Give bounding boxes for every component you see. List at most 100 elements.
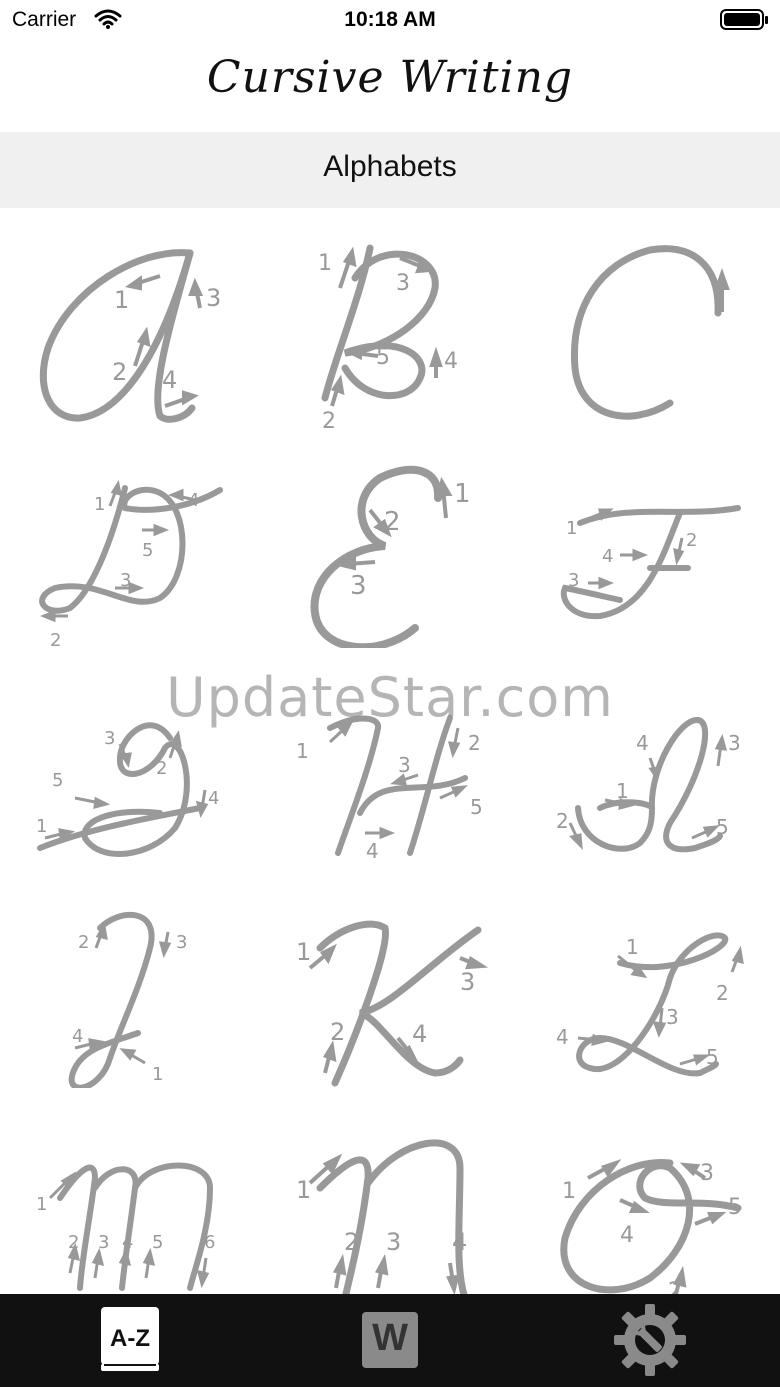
tab-az-label: A-Z <box>110 1325 150 1352</box>
step-label: 1 <box>562 1179 576 1204</box>
section-title: Alphabets <box>323 150 457 183</box>
step-label: 4 <box>162 366 177 394</box>
step-label: 6 <box>204 1232 215 1253</box>
step-label: 2 <box>384 507 401 537</box>
step-label: 4 <box>602 546 613 567</box>
step-label: 4 <box>452 1228 467 1256</box>
battery-icon <box>720 8 770 36</box>
step-label: 1 <box>296 739 309 763</box>
step-label: 4 <box>188 490 199 511</box>
letter-n-illustration: 1 2 3 4 <box>296 1139 468 1294</box>
step-label: 2 <box>78 932 89 953</box>
step-label: 1 <box>566 518 577 539</box>
status-time: 10:18 AM <box>344 8 436 31</box>
step-label: 3 <box>98 1232 109 1253</box>
step-label: 4 <box>366 839 379 863</box>
letter-cell-d[interactable]: 1 2 3 4 5 <box>0 428 260 648</box>
step-label: 1 <box>296 938 311 966</box>
letter-grid: 1 2 3 4 1 2 3 4 5 1 2 3 4 5 1 2 3 1 2 3 … <box>0 208 780 1294</box>
tab-alphabets[interactable]: A-Z <box>0 1294 260 1387</box>
step-label: 1 <box>454 479 471 509</box>
step-label: 3 <box>104 728 115 749</box>
letter-cell-c[interactable] <box>520 208 780 428</box>
letter-cell-a[interactable]: 1 2 3 4 <box>0 208 260 428</box>
step-label: 1 <box>114 286 129 314</box>
step-label: 3 <box>396 271 410 296</box>
step-label: 1 <box>94 494 105 515</box>
step-label: 1 <box>36 1194 47 1215</box>
step-label: 4 <box>122 1232 133 1253</box>
step-label: 3 <box>666 1005 679 1029</box>
step-label: 2 <box>330 1018 345 1046</box>
letter-cell-m[interactable]: 1 2 3 4 5 6 <box>0 1088 260 1294</box>
step-label: 3 <box>568 570 579 591</box>
step-label: 5 <box>376 345 390 370</box>
step-label: 1 <box>152 1064 163 1085</box>
step-label: 1 <box>296 1176 311 1204</box>
step-label: 4 <box>620 1223 634 1248</box>
letter-cell-l[interactable]: 1 2 3 4 5 <box>520 868 780 1088</box>
letter-cell-o[interactable]: 1 2 3 4 5 <box>520 1088 780 1294</box>
step-label: 2 <box>156 758 167 779</box>
tab-w-label: W <box>372 1317 408 1359</box>
watermark-text: UpdateStar.com <box>166 666 614 729</box>
step-label: 4 <box>412 1020 427 1048</box>
step-label: 2 <box>112 358 127 386</box>
step-label: 3 <box>176 932 187 953</box>
letter-o-illustration: 1 2 3 4 5 <box>560 1158 742 1294</box>
letter-j-illustration: 1 2 3 4 <box>68 912 187 1088</box>
letter-cell-n[interactable]: 1 2 3 4 <box>260 1088 520 1294</box>
step-label: 1 <box>626 935 639 959</box>
step-label: 4 <box>72 1026 83 1047</box>
step-label: 3 <box>120 570 131 591</box>
step-label: 3 <box>206 284 221 312</box>
step-label: 4 <box>444 349 458 374</box>
step-label: 2 <box>68 1232 79 1253</box>
step-label: 5 <box>142 540 153 561</box>
letter-c-illustration <box>570 245 730 420</box>
letter-f-illustration: 1 2 3 4 <box>560 505 741 620</box>
step-label: 2 <box>468 731 481 755</box>
step-label: 5 <box>470 795 483 819</box>
step-label: 3 <box>460 968 475 996</box>
tab-words[interactable]: W <box>260 1294 520 1387</box>
step-label: 1 <box>616 779 629 803</box>
settings-gear-wrench-icon <box>614 1304 686 1376</box>
step-label: 2 <box>50 630 61 648</box>
letter-cell-e[interactable]: 1 2 3 <box>260 428 520 648</box>
step-label: 3 <box>728 731 741 755</box>
step-label: 2 <box>716 981 729 1005</box>
alphabet-book-icon: A-Z <box>101 1307 159 1371</box>
step-label: 2 <box>668 1279 682 1294</box>
letter-cell-b[interactable]: 1 2 3 4 5 <box>260 208 520 428</box>
step-label: 5 <box>716 815 729 839</box>
letter-cell-k[interactable]: 1 2 3 4 <box>260 868 520 1088</box>
step-label: 3 <box>398 753 411 777</box>
step-label: 4 <box>556 1025 569 1049</box>
letter-cell-j[interactable]: 1 2 3 4 <box>0 868 260 1088</box>
step-label: 5 <box>728 1195 742 1220</box>
step-label: 4 <box>208 788 219 809</box>
letter-cell-f[interactable]: 1 2 3 4 <box>520 428 780 648</box>
letter-e-illustration: 1 2 3 <box>310 465 471 648</box>
step-label: 2 <box>344 1228 359 1256</box>
letter-a-illustration: 1 2 3 4 <box>39 249 221 423</box>
step-label: 4 <box>636 731 649 755</box>
step-label: 1 <box>36 816 47 837</box>
section-header: Alphabets <box>0 132 780 208</box>
words-icon: W <box>362 1312 418 1368</box>
letter-d-illustration: 1 2 3 4 5 <box>39 480 223 648</box>
step-label: 5 <box>706 1045 719 1069</box>
status-bar: Carrier 10:18 AM <box>0 0 780 40</box>
letter-b-illustration: 1 2 3 4 5 <box>318 244 458 428</box>
tab-settings[interactable] <box>520 1294 780 1387</box>
step-label: 3 <box>350 571 367 601</box>
nav-bar: Cursive Writing <box>0 40 780 132</box>
step-label: 5 <box>52 770 63 791</box>
step-label: 1 <box>318 251 332 276</box>
step-label: 2 <box>556 809 569 833</box>
step-label: 5 <box>152 1232 163 1253</box>
step-label: 2 <box>686 530 697 551</box>
step-label: 3 <box>386 1228 401 1256</box>
app-title: Cursive Writing <box>206 52 574 103</box>
